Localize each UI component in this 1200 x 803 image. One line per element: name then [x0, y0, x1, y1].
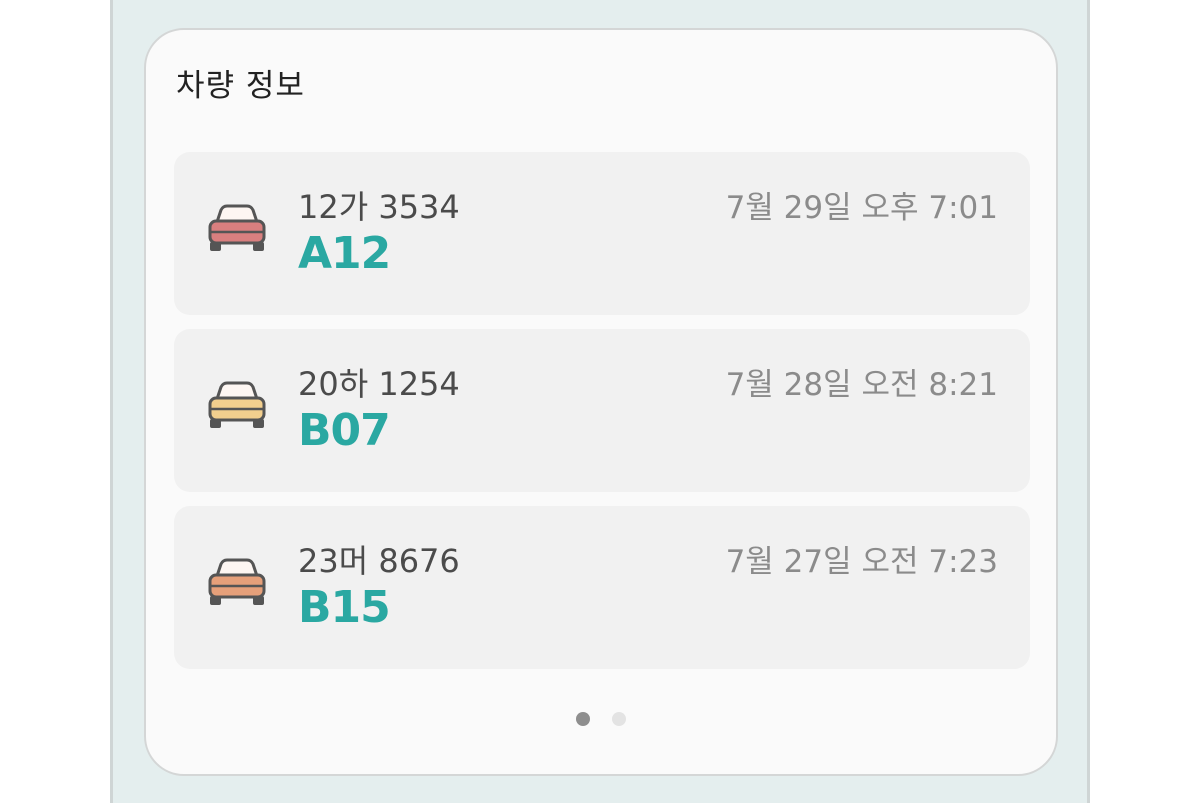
vehicle-card[interactable]: 12가 3534 A12 7월 29일 오후 7:01	[174, 152, 1030, 315]
vehicle-card[interactable]: 23머 8676 B15 7월 27일 오전 7:23	[174, 506, 1030, 669]
page-dot[interactable]	[612, 712, 626, 726]
parked-time: 7월 27일 오전 7:23	[725, 544, 998, 580]
license-plate: 12가 3534	[298, 188, 460, 226]
vehicle-card[interactable]: 20하 1254 B07 7월 28일 오전 8:21	[174, 329, 1030, 492]
parked-time: 7월 28일 오전 8:21	[725, 367, 998, 403]
car-icon	[208, 204, 266, 251]
parking-spot: B15	[298, 582, 391, 633]
car-icon	[208, 558, 266, 605]
widget-title: 차량 정보	[176, 68, 305, 104]
page-indicator[interactable]	[146, 712, 1056, 728]
license-plate: 23머 8676	[298, 542, 460, 580]
parking-spot: B07	[298, 405, 391, 456]
license-plate: 20하 1254	[298, 365, 460, 403]
page-dot-active[interactable]	[576, 712, 590, 726]
parking-spot: A12	[298, 228, 391, 279]
parked-time: 7월 29일 오후 7:01	[725, 190, 998, 226]
car-icon	[208, 381, 266, 428]
vehicle-info-widget[interactable]: 차량 정보 12가 3534 A12 7월 29일 오후 7:01 20하 12…	[144, 28, 1058, 776]
